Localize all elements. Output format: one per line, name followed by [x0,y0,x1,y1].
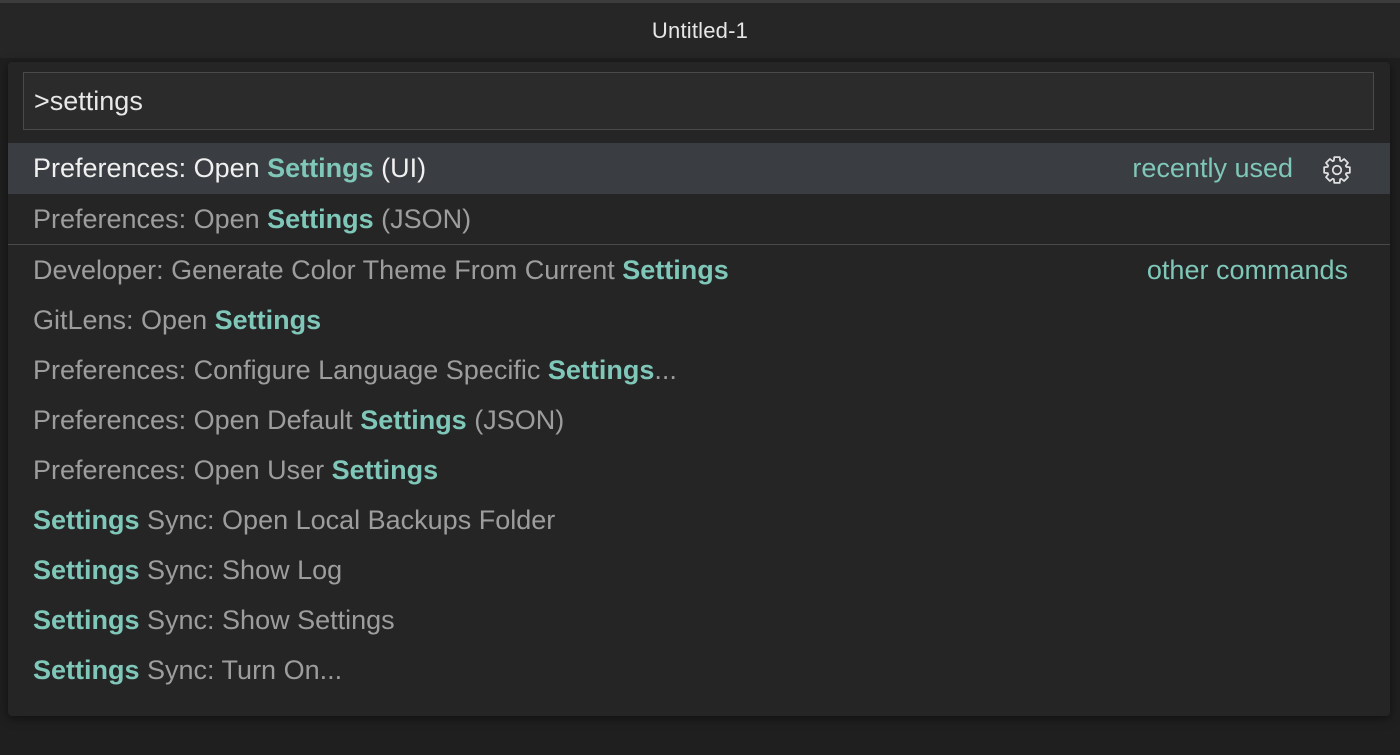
command-label: Settings Sync: Turn On... [33,655,342,686]
command-item[interactable]: GitLens: Open Settings [8,295,1390,345]
command-input[interactable] [24,73,1373,129]
match-highlight: Settings [547,354,655,385]
match-highlight: Settings [33,504,140,535]
command-label: Developer: Generate Color Theme From Cur… [33,255,729,286]
command-list: Preferences: Open Settings (UI) recently … [8,143,1390,695]
command-text: Preferences: Open Default [33,404,361,435]
match-highlight: Settings [622,254,729,285]
command-text: GitLens: Open [33,304,215,335]
gear-icon[interactable] [1322,155,1352,185]
match-highlight: Settings [33,654,140,685]
command-label: Preferences: Open User Settings [33,455,438,486]
command-text: Sync: Turn On... [139,654,343,685]
command-text: Sync: Show Log [139,554,343,585]
command-label: Settings Sync: Show Settings [33,605,395,636]
command-text: Sync: Show Settings [139,604,395,635]
command-label: Preferences: Open Settings (JSON) [33,204,471,235]
command-text: ... [654,354,677,385]
command-text: (JSON) [466,404,565,435]
command-text: Developer: Generate Color Theme From Cur… [33,254,623,285]
command-label: Preferences: Open Settings (UI) [33,153,426,184]
command-label: Settings Sync: Open Local Backups Folder [33,505,555,536]
other-commands-label: other commands [1146,254,1348,285]
match-highlight: Settings [360,404,467,435]
vscode-window: Untitled-1 Preferences: Open Settings (U… [0,0,1400,755]
command-item[interactable]: Settings Sync: Show Log [8,545,1390,595]
command-text: Preferences: Open User [33,454,332,485]
command-item[interactable]: Preferences: Open User Settings [8,445,1390,495]
match-highlight: Settings [33,604,140,635]
command-item[interactable]: Preferences: Open Settings (UI) recently … [8,143,1390,194]
other-commands-group: Developer: Generate Color Theme From Cur… [8,245,1390,695]
command-label: GitLens: Open Settings [33,305,321,336]
command-item[interactable]: Settings Sync: Turn On... [8,645,1390,695]
command-label: Preferences: Open Default Settings (JSON… [33,405,564,436]
command-item[interactable]: Settings Sync: Open Local Backups Folder [8,495,1390,545]
command-text: Preferences: Open [33,153,268,183]
command-item[interactable]: Settings Sync: Show Settings [8,595,1390,645]
recently-used-label: recently used [1132,153,1293,183]
match-highlight: Settings [331,454,439,485]
match-highlight: Settings [33,554,140,585]
command-label: Preferences: Configure Language Specific… [33,355,677,386]
command-item[interactable]: Developer: Generate Color Theme From Cur… [8,245,1390,295]
command-palette: Preferences: Open Settings (UI) recently … [8,62,1390,716]
title-bar: Untitled-1 [0,0,1400,58]
command-label: Settings Sync: Show Log [33,555,342,586]
match-highlight: Settings [214,304,322,335]
match-highlight: Settings [267,203,374,234]
command-text: Preferences: Configure Language Specific [33,354,548,385]
match-highlight: Settings [267,153,374,183]
command-input-box[interactable] [23,72,1374,130]
command-text: (UI) [373,153,427,183]
command-item[interactable]: Preferences: Configure Language Specific… [8,345,1390,395]
command-text: Preferences: Open [33,203,268,234]
command-item[interactable]: Preferences: Open Settings (JSON) [8,194,1390,244]
recently-used-group: Preferences: Open Settings (UI) recently … [8,143,1390,244]
window-title: Untitled-1 [651,17,749,43]
command-item[interactable]: Preferences: Open Default Settings (JSON… [8,395,1390,445]
command-text: Sync: Open Local Backups Folder [139,504,556,535]
command-text: (JSON) [373,203,472,234]
